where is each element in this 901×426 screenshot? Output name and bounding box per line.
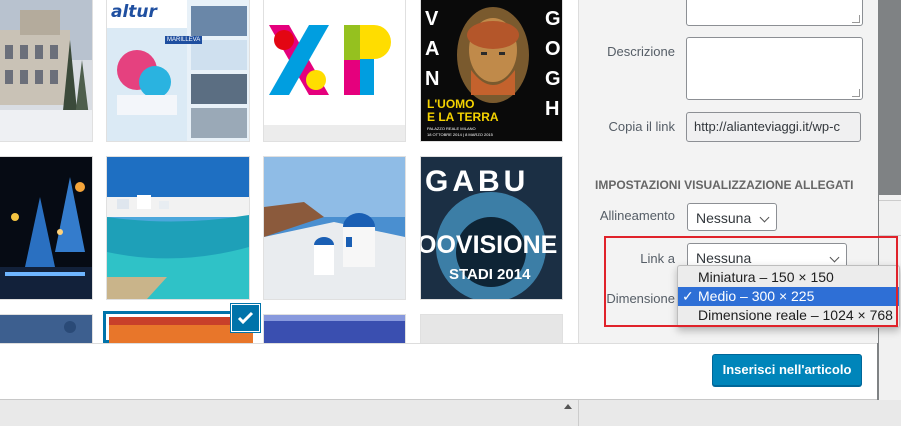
description-label: Descrizione	[607, 44, 675, 59]
alignment-label: Allineamento	[599, 208, 675, 223]
collapse-arrow-icon	[564, 404, 572, 409]
gabu-bottom-text: STADI 2014	[449, 266, 531, 283]
vangogh-letters-right: G O G H	[545, 8, 561, 120]
attachment-thumb-villa[interactable]	[0, 0, 92, 141]
behind-panel-divider	[578, 400, 579, 426]
gabu-top-text: GABU	[425, 165, 530, 198]
checkmark-icon	[237, 311, 254, 325]
santorini-image	[264, 157, 405, 299]
backdrop-divider	[879, 200, 901, 201]
attachment-thumb-santorini[interactable]	[264, 157, 405, 299]
chevron-down-icon	[759, 212, 770, 223]
vangogh-dates: 18 OTTOBRE 2014 | 8 MARZO 2015	[427, 132, 493, 137]
attachment-thumb-blue[interactable]	[264, 315, 405, 343]
caption-textarea[interactable]	[686, 0, 863, 26]
attachment-thumb-placeholder[interactable]	[421, 315, 562, 343]
greek-beach-image	[107, 157, 249, 299]
blue-image	[264, 315, 405, 343]
expo-logo-image	[264, 0, 405, 141]
insert-into-post-button[interactable]: Inserisci nell'articolo	[712, 354, 862, 386]
attachment-thumb-ski-brochure[interactable]: altur MARILLEVA	[107, 0, 249, 141]
page-behind-modal	[0, 400, 901, 426]
attachment-thumb-sunset-selected[interactable]	[103, 311, 253, 343]
attachment-thumb-expo[interactable]	[264, 0, 405, 141]
modal-shadow-edge	[0, 399, 877, 400]
copy-link-label: Copia il link	[608, 119, 675, 134]
attachment-thumb-greek-beach[interactable]	[107, 157, 249, 299]
attachment-thumb-vangogh[interactable]: V A N G O G H L'UOMO E LA TERRA PALAZZO …	[421, 0, 562, 141]
christmas-lights-image	[0, 157, 92, 299]
resize-handle-icon	[852, 15, 860, 23]
vangogh-letters-left: V A N	[425, 8, 440, 90]
alignment-select-value: Nessuna	[696, 210, 752, 226]
attachment-thumb-night-sky[interactable]	[0, 315, 92, 343]
alignment-select[interactable]: Nessuna	[687, 203, 777, 231]
copy-link-field[interactable]: http://alianteviaggi.it/wp-c	[686, 112, 861, 142]
vangogh-title-line1: L'UOMO	[427, 97, 475, 111]
resize-handle-icon	[852, 89, 860, 97]
selected-check-button[interactable]	[232, 305, 259, 331]
vangogh-title-line2: E LA TERRA	[427, 110, 499, 124]
highlight-annotation-box	[604, 236, 898, 327]
villa-image	[0, 0, 92, 141]
display-settings-heading: IMPOSTAZIONI VISUALIZZAZIONE ALLEGATI	[595, 178, 854, 192]
attachment-thumb-christmas-lights[interactable]	[0, 157, 92, 299]
gabu-mid-text: OOVISIONE	[421, 231, 558, 259]
vangogh-venue: PALAZZO REALE MILANO	[427, 126, 476, 131]
description-textarea[interactable]	[686, 37, 863, 100]
ski-badge-text: MARILLEVA	[165, 36, 203, 44]
attachment-thumb-gabu[interactable]: GABU OOVISIONE STADI 2014	[421, 157, 562, 299]
night-sky-image	[0, 315, 92, 343]
ski-brand-text: altur	[111, 2, 157, 22]
